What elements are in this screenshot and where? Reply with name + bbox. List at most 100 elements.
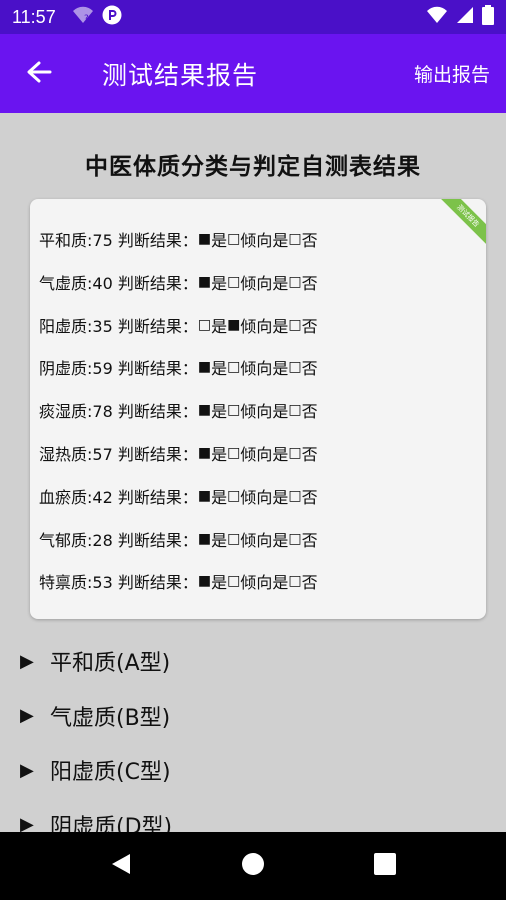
option-label: 倾向是 [240,316,289,336]
unchecked-box-icon: □ [288,445,302,461]
option-label: 倾向是 [240,402,289,422]
unchecked-box-icon: □ [227,573,241,590]
checked-box-icon: ■ [197,487,212,504]
option-label: 倾向是 [240,445,289,464]
result-label: 痰湿质:78 判断结果： [39,402,198,422]
option-label: 倾向是 [240,530,289,550]
option-label: 否 [301,530,318,550]
section-toggle[interactable]: ▶ 阴虚质(D型) [20,808,173,833]
unchecked-box-icon: □ [227,445,241,461]
result-card: 测试报告 平和质:75 判断结果： ■ 是 □ 倾向是 □ 否气虚质:40 判断结果： ■… [30,199,486,619]
checked-box-icon: ■ [197,231,212,247]
result-row: 湿热质:57 判断结果： ■ 是 □ 倾向是 □ 否 [39,441,318,465]
unchecked-box-icon: □ [197,316,212,333]
result-label: 血瘀质:42 判断结果： [39,487,198,507]
option-label: 否 [301,487,318,507]
content-area[interactable]: 中医体质分类与判定自测表结果 测试报告 平和质:75 判断结果： ■ 是 □ 倾向是 … [0,113,506,832]
test-report-ribbon: 测试报告 [434,199,486,250]
option-label: 否 [301,359,318,379]
result-row: 特禀质:53 判断结果： ■ 是 □ 倾向是 □ 否 [39,569,318,593]
triangle-right-icon: ▶ [20,759,34,781]
section-label: 阴虚质(D型) [50,814,173,833]
triangle-right-icon: ▶ [20,814,34,832]
unchecked-box-icon: □ [288,316,302,333]
export-report-button[interactable]: 输出报告 [414,60,490,87]
unchecked-box-icon: □ [227,402,241,419]
section-toggle[interactable]: ▶ 阳虚质(C型) [20,753,171,787]
circle-home-icon [241,852,265,880]
arrow-left-icon [26,60,52,88]
unchecked-box-icon: □ [227,273,241,290]
section-toggle[interactable]: ▶ 气虚质(B型) [20,699,170,733]
unchecked-box-icon: □ [227,231,241,247]
option-label: 是 [211,445,228,464]
option-label: 倾向是 [240,487,289,507]
result-row: 血瘀质:42 判断结果： ■ 是 □ 倾向是 □ 否 [39,484,318,508]
page-title: 中医体质分类与判定自测表结果 [85,154,421,180]
unchecked-box-icon: □ [288,487,302,504]
nav-recents-button[interactable] [365,846,405,886]
result-label: 气郁质:28 判断结果： [39,530,198,550]
section-label: 阳虚质(C型) [50,760,171,785]
section-label: 气虚质(B型) [50,705,171,731]
option-label: 是 [211,273,228,293]
status-bar: 11:57 ? [0,0,506,34]
app-bar-title: 测试结果报告 [102,60,259,90]
option-label: 倾向是 [240,359,289,379]
section-toggle[interactable]: ▶ 平和质(A型) [20,644,170,678]
status-left-icons: ? [72,5,122,29]
wifi-question-mark: ? [84,14,89,24]
result-label: 特禀质:53 判断结果： [39,573,198,593]
back-button[interactable] [0,34,78,113]
result-label: 阴虚质:59 判断结果： [39,359,198,379]
unchecked-box-icon: □ [288,359,302,376]
option-label: 倾向是 [240,231,289,250]
result-label: 湿热质:57 判断结果： [39,445,198,464]
nav-home-button[interactable] [233,846,273,886]
option-label: 是 [211,530,228,550]
result-label: 气虚质:40 判断结果： [39,273,198,293]
result-row: 气虚质:40 判断结果： ■ 是 □ 倾向是 □ 否 [39,270,318,294]
triangle-right-icon: ▶ [20,650,34,672]
section-label: 平和质(A型) [50,651,171,676]
checked-box-icon: ■ [197,573,212,590]
option-label: 否 [301,231,318,250]
signal-icon [456,6,474,28]
checked-box-icon: ■ [197,359,212,376]
unchecked-box-icon: □ [227,530,241,547]
checked-box-icon: ■ [197,402,212,419]
option-label: 倾向是 [240,273,289,293]
nav-back-button[interactable] [101,846,141,886]
option-label: 是 [211,573,228,593]
unchecked-box-icon: □ [227,359,241,376]
unchecked-box-icon: □ [288,530,302,547]
app-notification-icon [102,5,122,29]
checked-box-icon: ■ [227,316,241,333]
square-recents-icon [374,853,396,879]
option-label: 否 [301,402,318,422]
option-label: 否 [301,316,318,336]
option-label: 是 [211,231,228,250]
wifi-question-icon: ? [72,6,94,28]
checked-box-icon: ■ [197,530,212,547]
result-row: 阳虚质:35 判断结果： □ 是 ■ 倾向是 □ 否 [39,313,318,337]
result-row: 气郁质:28 判断结果： ■ 是 □ 倾向是 □ 否 [39,527,318,551]
option-label: 否 [301,445,318,464]
result-label: 阳虚质:35 判断结果： [39,316,198,336]
navigation-bar [0,832,506,900]
option-label: 是 [211,316,228,336]
option-label: 否 [301,573,318,593]
unchecked-box-icon: □ [227,487,241,504]
triangle-back-icon [110,852,132,880]
option-label: 是 [211,402,228,422]
option-label: 是 [211,359,228,379]
result-row: 平和质:75 判断结果： ■ 是 □ 倾向是 □ 否 [39,227,318,251]
app-bar: 测试结果报告 输出报告 [0,34,506,113]
unchecked-box-icon: □ [288,402,302,419]
option-label: 倾向是 [240,573,289,593]
unchecked-box-icon: □ [288,273,302,290]
option-label: 否 [301,273,318,293]
battery-icon [482,5,494,29]
status-time: 11:57 [12,6,56,27]
checked-box-icon: ■ [197,273,212,290]
